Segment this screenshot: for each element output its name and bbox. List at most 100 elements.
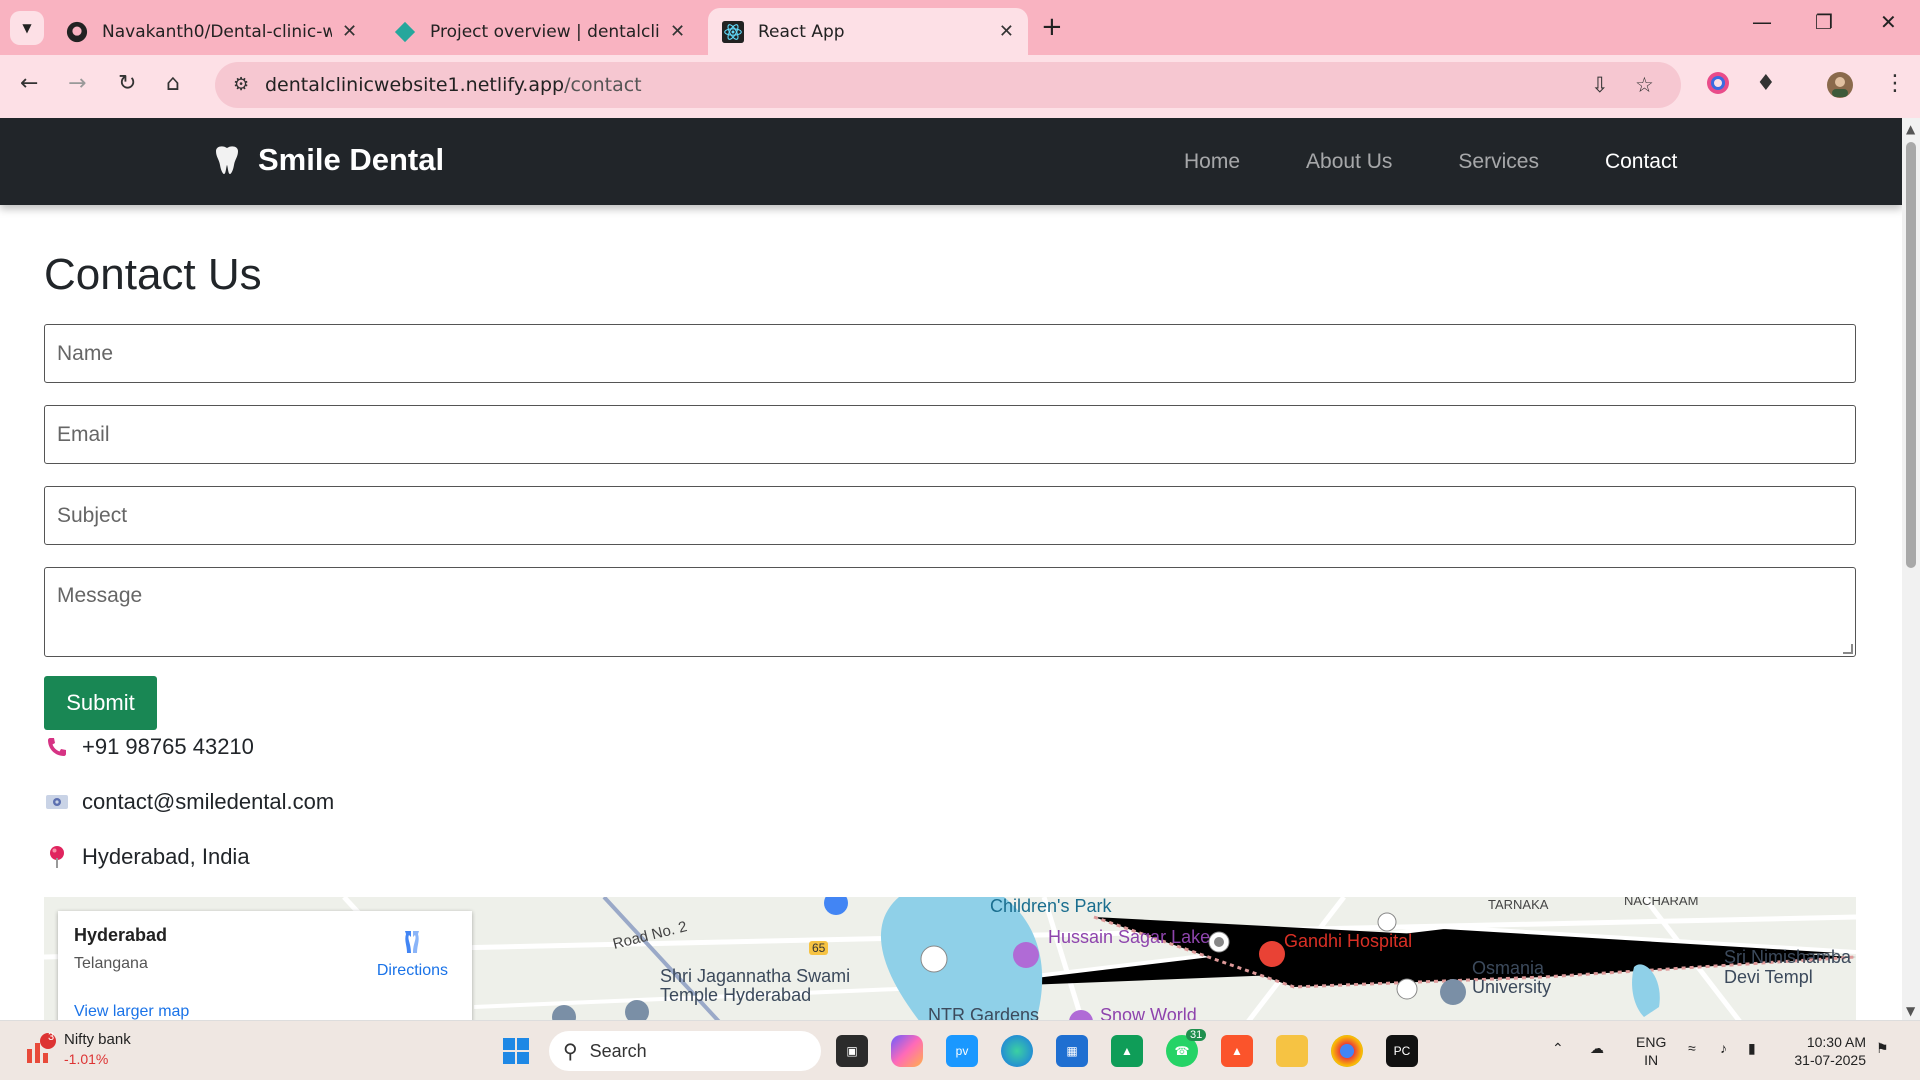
view-larger-map-link[interactable]: View larger map [74, 1003, 189, 1020]
tab-title: Navakanth0/Dental-clinic-website [102, 21, 332, 42]
tab-search-button[interactable]: ▼ [10, 11, 44, 45]
brave-icon[interactable]: ▲ [1221, 1035, 1253, 1067]
highway-shield: 65 [809, 941, 829, 955]
stock-change: -1.01% [64, 1051, 109, 1067]
minimize-icon[interactable]: — [1752, 10, 1772, 34]
windows-start-icon[interactable] [500, 1035, 532, 1067]
nav-services-link[interactable]: Services [1458, 150, 1539, 174]
url-text[interactable]: dentalclinicwebsite1.netlify.app/contact [265, 74, 642, 96]
location-text: Hyderabad, India [82, 844, 250, 869]
stock-badge: 3 [47, 1031, 55, 1043]
home-icon[interactable]: ⌂ [166, 71, 180, 96]
map-label-osmania[interactable]: Osmania University [1472, 959, 1582, 997]
page-scrollbar[interactable]: ▲ ▼ [1902, 118, 1920, 1020]
chrome-icon[interactable] [1331, 1035, 1363, 1067]
google-classroom-icon[interactable]: ▲ [1111, 1035, 1143, 1067]
map-label-nacharam: NACHARAM [1624, 897, 1699, 908]
language-code: ENG [1636, 1034, 1667, 1050]
pycharm-icon[interactable]: PC [1386, 1035, 1418, 1067]
name-input[interactable]: Name [44, 324, 1856, 383]
map-label-snow-world[interactable]: Snow World [1100, 1005, 1197, 1020]
show-hidden-icons[interactable]: ⌃ [1552, 1039, 1564, 1057]
contact-location: Hyderabad, India [44, 844, 250, 870]
tab-netlify[interactable]: Project overview | dentalclinicwebsite1 … [380, 8, 705, 55]
close-icon[interactable]: ✕ [999, 21, 1014, 42]
prime-video-icon[interactable]: pv [946, 1035, 978, 1067]
tab-github[interactable]: Navakanth0/Dental-clinic-website ✕ [52, 8, 377, 55]
wifi-icon[interactable]: ≈ [1688, 1039, 1696, 1057]
map-label-gandhi-hospital[interactable]: Gandhi Hospital [1284, 931, 1412, 952]
copilot-icon[interactable] [891, 1035, 923, 1067]
google-map-embed[interactable]: Children's Park Hussain Sagar Lake Gandh… [44, 897, 1856, 1020]
map-label-ntr-gardens[interactable]: NTR Gardens [928, 1005, 1039, 1020]
scroll-down-icon[interactable]: ▼ [1906, 1004, 1915, 1018]
bookmark-star-icon[interactable]: ☆ [1635, 73, 1654, 97]
edge-icon[interactable] [1001, 1035, 1033, 1067]
task-view-icon[interactable]: ▣ [836, 1035, 868, 1067]
search-icon: ⚲ [563, 1040, 578, 1063]
brand-logo[interactable]: Smile Dental [210, 142, 444, 178]
reload-icon[interactable]: ↻ [118, 71, 136, 96]
tab-react-app[interactable]: React App ✕ [708, 8, 1028, 55]
onedrive-icon[interactable]: ☁ [1590, 1039, 1604, 1057]
window-close-icon[interactable]: ✕ [1880, 10, 1897, 34]
volume-muted-icon[interactable]: ♪ [1720, 1039, 1727, 1057]
install-app-icon[interactable]: ⇩ [1591, 73, 1609, 97]
nav-contact-link[interactable]: Contact [1605, 150, 1677, 174]
profile-avatar[interactable] [1826, 71, 1854, 105]
email-input[interactable]: Email [44, 405, 1856, 464]
react-icon [722, 20, 744, 43]
email-text: contact@smiledental.com [82, 789, 335, 814]
tooth-icon [216, 146, 238, 174]
stock-widget-icon[interactable]: 3 [24, 1031, 58, 1067]
close-icon[interactable]: ✕ [342, 21, 357, 42]
subject-input[interactable]: Subject [44, 486, 1856, 545]
scroll-up-icon[interactable]: ▲ [1906, 122, 1915, 136]
close-icon[interactable]: ✕ [670, 21, 685, 42]
back-icon[interactable]: ← [20, 71, 38, 96]
microsoft-store-icon[interactable]: ▦ [1056, 1035, 1088, 1067]
stock-name[interactable]: Nifty bank [64, 1031, 131, 1048]
language-indicator[interactable]: ENG IN [1636, 1033, 1666, 1069]
forward-icon[interactable]: → [68, 71, 86, 96]
nav-home-link[interactable]: Home [1184, 150, 1240, 174]
notification-icon[interactable]: ⚑ [1876, 1039, 1889, 1057]
windows-taskbar: 3 Nifty bank -1.01% ⚲ Search ▣ pv ▦ ▲ ☎ … [0, 1020, 1920, 1080]
message-placeholder: Message [57, 584, 143, 607]
extensions-puzzle-icon[interactable]: ♦ [1756, 71, 1776, 96]
directions-icon [405, 931, 420, 953]
message-textarea[interactable]: Message [44, 567, 1856, 657]
address-bar[interactable]: ⚙ dentalclinicwebsite1.netlify.app/conta… [215, 62, 1681, 108]
location-pin-icon [44, 845, 70, 869]
phone-icon [44, 735, 70, 759]
site-settings-icon[interactable]: ⚙ [233, 74, 249, 95]
browser-menu-icon[interactable]: ⋮ [1884, 71, 1906, 96]
new-tab-icon[interactable]: + [1041, 12, 1063, 42]
nav-about-link[interactable]: About Us [1306, 150, 1392, 174]
clock-time: 10:30 AM [1806, 1034, 1866, 1050]
map-label-hussain-sagar[interactable]: Hussain Sagar Lake [1048, 927, 1210, 948]
restore-icon[interactable]: ❐ [1815, 10, 1833, 34]
email-icon [44, 790, 70, 814]
taskbar-search[interactable]: ⚲ Search [549, 1031, 821, 1071]
battery-icon[interactable]: ▮ [1748, 1039, 1756, 1057]
chrome-extension-colorful-icon[interactable] [1706, 71, 1730, 101]
map-label-childrens-park[interactable]: Children's Park [990, 897, 1111, 917]
phone-text: +91 98765 43210 [82, 734, 254, 759]
resize-handle[interactable] [1843, 644, 1853, 654]
browser-toolbar: ← → ↻ ⌂ ⚙ dentalclinicwebsite1.netlify.a… [0, 55, 1920, 118]
file-explorer-icon[interactable] [1276, 1035, 1308, 1067]
whatsapp-icon[interactable]: ☎ 31 [1166, 1029, 1207, 1067]
clock[interactable]: 10:30 AM 31-07-2025 [1786, 1033, 1866, 1069]
clock-date: 31-07-2025 [1794, 1052, 1866, 1068]
contact-phone: +91 98765 43210 [44, 734, 254, 760]
map-label-jagannatha-temple[interactable]: Shri Jagannatha Swami Temple Hyderabad [660, 967, 890, 1005]
directions-button[interactable]: Directions [377, 927, 448, 980]
nav-links: Home About Us Services Contact [1184, 150, 1743, 174]
scrollbar-thumb[interactable] [1906, 142, 1916, 568]
browser-tabstrip: ▼ Navakanth0/Dental-clinic-website ✕ Pro… [0, 0, 1920, 55]
submit-button[interactable]: Submit [44, 676, 157, 730]
map-label-nimishamba[interactable]: Sri Nimishamba Devi Templ [1724, 947, 1856, 987]
github-icon [66, 21, 88, 42]
search-label: Search [589, 1040, 647, 1061]
